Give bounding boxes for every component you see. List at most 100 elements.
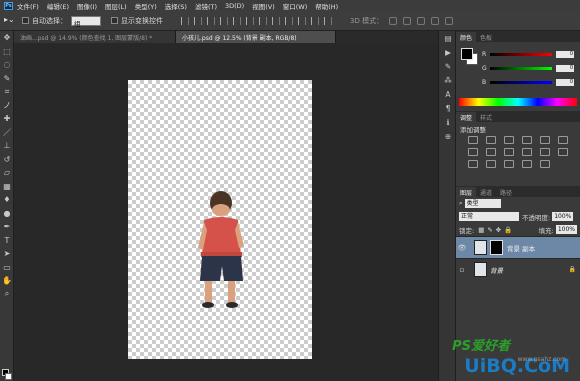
clone-stamp-tool-icon[interactable]: ⊥ bbox=[0, 139, 14, 153]
exposure-icon[interactable] bbox=[522, 136, 532, 144]
filter-type-dropdown[interactable]: 类型 bbox=[464, 199, 501, 208]
brush-panel-icon[interactable]: ✎ bbox=[439, 59, 457, 73]
shape-tool-icon[interactable]: ▭ bbox=[0, 261, 14, 275]
tab-color[interactable]: 颜色 bbox=[456, 32, 477, 42]
move-tool-preset-icon[interactable]: ▸⌄ bbox=[4, 15, 22, 27]
green-bar[interactable] bbox=[490, 66, 552, 70]
align-top-icon[interactable] bbox=[181, 16, 189, 25]
align-bottom-icon[interactable] bbox=[207, 16, 215, 25]
character-panel-icon[interactable]: A bbox=[439, 87, 457, 101]
pen-tool-icon[interactable]: ✒ bbox=[0, 220, 14, 234]
distribute-left-icon[interactable] bbox=[298, 16, 306, 25]
brush-tool-icon[interactable]: ／ bbox=[0, 126, 14, 140]
threshold-icon[interactable] bbox=[504, 160, 514, 168]
menu-type[interactable]: 类型(Y) bbox=[135, 1, 157, 11]
menu-3d[interactable]: 3D(D) bbox=[225, 2, 244, 10]
path-selection-tool-icon[interactable]: ➤ bbox=[0, 247, 14, 261]
gradient-map-icon[interactable] bbox=[522, 160, 532, 168]
show-transform-checkbox[interactable] bbox=[111, 17, 118, 24]
align-center-icon[interactable] bbox=[233, 16, 241, 25]
hue-saturation-icon[interactable] bbox=[468, 148, 478, 156]
blue-slider[interactable]: B 0 bbox=[482, 78, 580, 86]
distribute-top-icon[interactable] bbox=[259, 16, 267, 25]
lock-icons[interactable]: ▦✎✥🔒 bbox=[478, 226, 515, 234]
photo-filter-icon[interactable] bbox=[522, 148, 532, 156]
distribute-right-icon[interactable] bbox=[324, 16, 332, 25]
tab-adjustments[interactable]: 调整 bbox=[456, 112, 477, 122]
brightness-icon[interactable] bbox=[468, 136, 478, 144]
blur-tool-icon[interactable]: ♦ bbox=[0, 193, 14, 207]
green-slider[interactable]: G 0 bbox=[482, 64, 580, 72]
tab-layers[interactable]: 图层 bbox=[456, 187, 477, 197]
tab-channels[interactable]: 通道 bbox=[476, 187, 496, 197]
align-middle-icon[interactable] bbox=[194, 16, 202, 25]
drag-3d-icon[interactable] bbox=[417, 16, 426, 25]
opacity-field[interactable]: 100% bbox=[552, 212, 574, 221]
dodge-tool-icon[interactable]: ● bbox=[0, 207, 14, 221]
zoom-tool-icon[interactable]: ⌕ bbox=[0, 288, 14, 302]
posterize-icon[interactable] bbox=[486, 160, 496, 168]
panel-foreground-color[interactable] bbox=[461, 48, 473, 60]
background-color-swatch[interactable] bbox=[5, 373, 12, 380]
slide-3d-icon[interactable] bbox=[431, 16, 440, 25]
tab-child[interactable]: 小孩儿.psd @ 12.5% (背景 副本, RGB/8) bbox=[176, 31, 336, 43]
color-balance-icon[interactable] bbox=[486, 148, 496, 156]
layer-row-background-copy[interactable]: 👁 背景 副本 bbox=[456, 236, 580, 258]
tab-styles[interactable]: 样式 bbox=[476, 112, 496, 122]
color-lookup-icon[interactable] bbox=[558, 148, 568, 156]
gradient-tool-icon[interactable]: ▦ bbox=[0, 180, 14, 194]
actions-panel-icon[interactable]: ▶ bbox=[439, 45, 457, 59]
visibility-eye-icon[interactable]: 👁 bbox=[456, 244, 468, 252]
properties-panel-icon[interactable]: ℹ bbox=[439, 115, 457, 129]
black-white-icon[interactable] bbox=[504, 148, 514, 156]
invert-icon[interactable] bbox=[468, 160, 478, 168]
visibility-toggle-empty[interactable]: ▫ bbox=[456, 266, 468, 274]
eraser-tool-icon[interactable]: ▱ bbox=[0, 166, 14, 180]
document-canvas[interactable] bbox=[128, 80, 312, 359]
roll-3d-icon[interactable] bbox=[403, 16, 412, 25]
tab-swatches[interactable]: 色板 bbox=[476, 32, 496, 42]
green-value[interactable]: 0 bbox=[556, 64, 574, 72]
distribute-bottom-icon[interactable] bbox=[285, 16, 293, 25]
type-tool-icon[interactable]: T bbox=[0, 234, 14, 248]
marquee-tool-icon[interactable]: ⬚ bbox=[0, 45, 14, 59]
layer-mask-thumbnail[interactable] bbox=[490, 240, 503, 255]
healing-brush-tool-icon[interactable]: ✚ bbox=[0, 112, 14, 126]
auto-select-checkbox[interactable] bbox=[22, 17, 29, 24]
vibrance-icon[interactable] bbox=[540, 136, 550, 144]
levels-icon[interactable] bbox=[486, 136, 496, 144]
menu-window[interactable]: 窗口(W) bbox=[283, 1, 308, 11]
menu-file[interactable]: 文件(F) bbox=[17, 1, 39, 11]
align-left-icon[interactable] bbox=[220, 16, 228, 25]
menu-help[interactable]: 帮助(H) bbox=[315, 1, 338, 11]
red-bar[interactable] bbox=[490, 52, 552, 56]
fill-field[interactable]: 100% bbox=[555, 225, 577, 234]
rotate-3d-icon[interactable] bbox=[389, 16, 398, 25]
lasso-tool-icon[interactable]: ◌ bbox=[0, 58, 14, 72]
clone-source-icon[interactable]: ⊕ bbox=[439, 129, 457, 143]
menu-layer[interactable]: 图层(L) bbox=[105, 1, 127, 11]
eyedropper-tool-icon[interactable]: ノ bbox=[0, 99, 14, 113]
tab-paths[interactable]: 路径 bbox=[496, 187, 516, 197]
menu-image[interactable]: 图像(I) bbox=[77, 1, 97, 11]
menu-select[interactable]: 选择(S) bbox=[165, 1, 187, 11]
menu-view[interactable]: 视图(V) bbox=[252, 1, 275, 11]
blue-value[interactable]: 0 bbox=[556, 78, 574, 86]
color-spectrum[interactable] bbox=[459, 98, 577, 106]
brush-presets-icon[interactable]: ⁂ bbox=[439, 73, 457, 87]
menu-edit[interactable]: 编辑(E) bbox=[47, 1, 69, 11]
distribute-middle-icon[interactable] bbox=[272, 16, 280, 25]
curves-icon[interactable] bbox=[504, 136, 514, 144]
paragraph-panel-icon[interactable]: ¶ bbox=[439, 101, 457, 115]
gradient-down-icon[interactable] bbox=[558, 136, 568, 144]
layer-row-background[interactable]: ▫ 背景 🔒 bbox=[456, 258, 580, 280]
scale-3d-icon[interactable] bbox=[445, 16, 454, 25]
align-right-icon[interactable] bbox=[246, 16, 254, 25]
red-value[interactable]: 0 bbox=[556, 50, 574, 58]
auto-select-dropdown[interactable]: 组 bbox=[71, 15, 101, 28]
history-brush-tool-icon[interactable]: ↺ bbox=[0, 153, 14, 167]
tab-oil-painting[interactable]: 油画...psd @ 14.9% (颜色查找 1, 图层蒙版/8) * bbox=[14, 31, 176, 43]
blend-mode-dropdown[interactable]: 正常 bbox=[459, 212, 519, 221]
selective-color-icon[interactable] bbox=[540, 160, 550, 168]
menu-filter[interactable]: 滤镜(T) bbox=[195, 1, 217, 11]
